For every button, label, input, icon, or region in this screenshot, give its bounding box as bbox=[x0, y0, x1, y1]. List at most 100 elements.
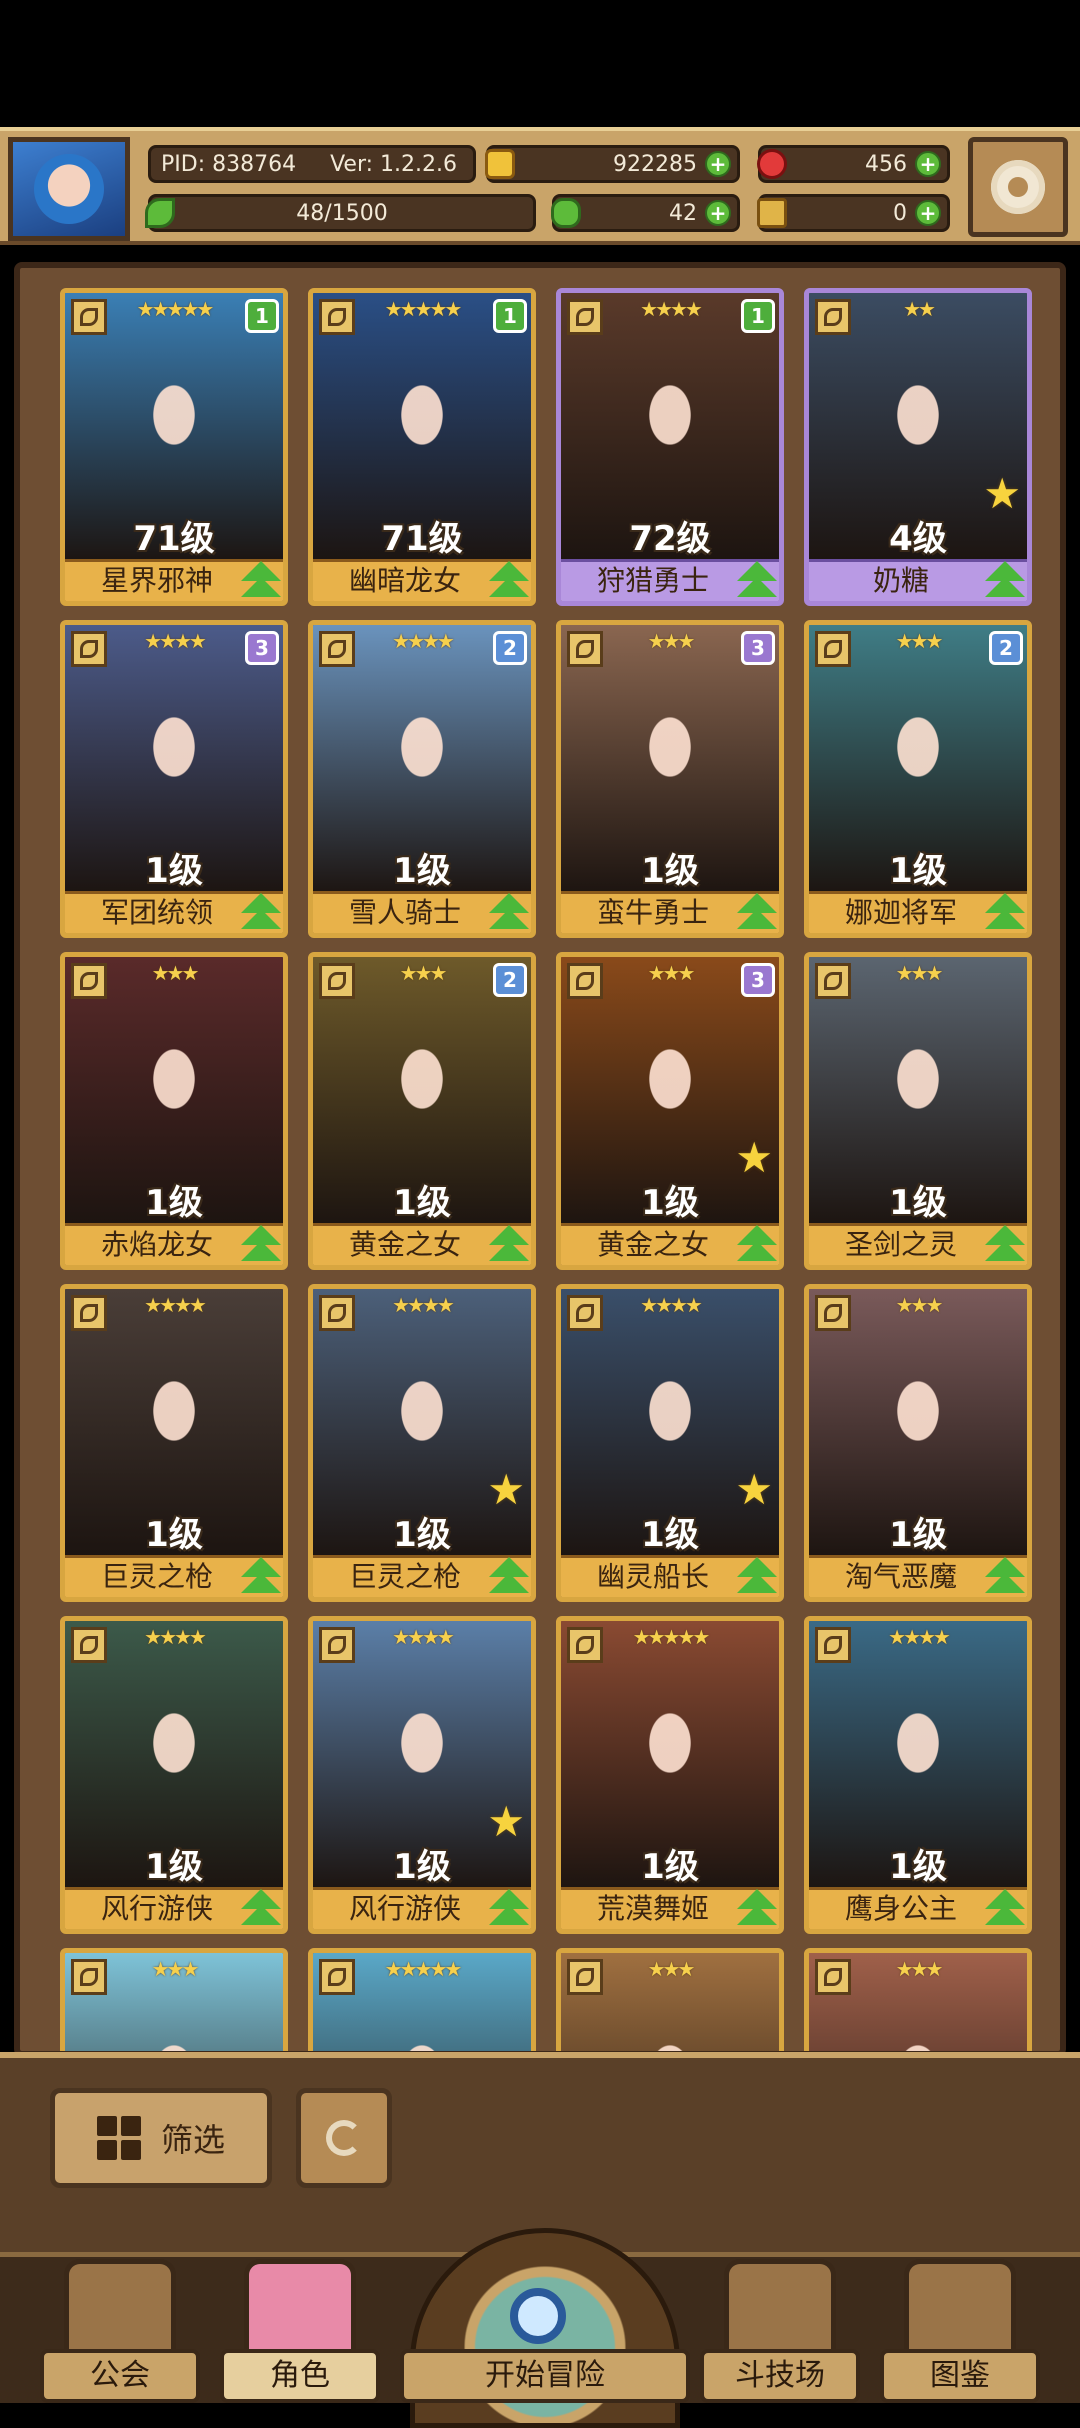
character-card[interactable]: ★★★★ ★ 1级 风行游侠 bbox=[308, 1616, 536, 1934]
star-rating: ★★ bbox=[903, 297, 936, 321]
character-card[interactable]: ★★ ★ 4级 奶糖 bbox=[804, 288, 1032, 606]
add-gold-button[interactable]: + bbox=[705, 151, 731, 177]
player-avatar[interactable] bbox=[8, 137, 130, 241]
nav-start-adventure[interactable]: 开始冒险 bbox=[400, 2228, 690, 2428]
character-card[interactable]: ★★★ bbox=[60, 1948, 288, 2051]
gold-amount: 922285 bbox=[613, 151, 697, 177]
refresh-button[interactable] bbox=[296, 2088, 392, 2188]
nav-codex-label: 图鉴 bbox=[880, 2349, 1040, 2403]
add-token-button[interactable]: + bbox=[915, 200, 941, 226]
clover-amount: 42 bbox=[669, 200, 697, 226]
add-ruby-button[interactable]: + bbox=[915, 151, 941, 177]
class-leaf-icon bbox=[71, 1295, 107, 1331]
refresh-icon bbox=[326, 2120, 362, 2156]
character-level: 1级 bbox=[145, 1847, 203, 1887]
nav-character-label: 角色 bbox=[220, 2349, 380, 2403]
nav-guild[interactable]: 公会 bbox=[40, 2253, 200, 2403]
token-counter[interactable]: 0 + bbox=[757, 194, 950, 232]
nav-character[interactable]: 角色 bbox=[220, 2253, 380, 2403]
rank-badge: 2 bbox=[989, 631, 1023, 665]
clover-counter[interactable]: 42 + bbox=[551, 194, 740, 232]
filter-button[interactable]: 筛选 bbox=[50, 2088, 272, 2188]
energy-bar[interactable]: 48/1500 bbox=[145, 194, 536, 232]
magnifier-icon bbox=[510, 2288, 566, 2344]
gold-counter[interactable]: 922285 + bbox=[485, 145, 740, 183]
character-card[interactable]: ★★★★ 1级 鹰身公主 bbox=[804, 1616, 1032, 1934]
star-rating: ★★★ bbox=[647, 629, 696, 653]
class-leaf-icon bbox=[815, 963, 851, 999]
star-rating: ★★★ bbox=[647, 961, 696, 985]
star-rating: ★★★ bbox=[895, 1293, 944, 1317]
settings-button[interactable] bbox=[968, 137, 1068, 237]
character-card[interactable]: ★★★ 1级 淘气恶魔 bbox=[804, 1284, 1032, 1602]
upgrade-arrow-icon bbox=[985, 1555, 1025, 1595]
character-level: 71级 bbox=[133, 519, 215, 559]
star-rating: ★★★★★ bbox=[384, 297, 463, 321]
class-leaf-icon bbox=[71, 1627, 107, 1663]
upgrade-arrow-icon bbox=[489, 1223, 529, 1263]
class-leaf-icon bbox=[815, 1959, 851, 1995]
character-card[interactable]: ★★★ 1级 圣剑之灵 bbox=[804, 952, 1032, 1270]
nav-codex[interactable]: 图鉴 bbox=[880, 2253, 1040, 2403]
character-card[interactable]: ★★★★★ 1 71级 幽暗龙女 bbox=[308, 288, 536, 606]
star-rating: ★★★ bbox=[151, 1957, 200, 1981]
character-level: 1级 bbox=[393, 1515, 451, 1555]
nav-arena[interactable]: 斗技场 bbox=[700, 2253, 860, 2403]
character-level: 1级 bbox=[145, 1183, 203, 1223]
class-leaf-icon bbox=[567, 963, 603, 999]
upgrade-arrow-icon bbox=[737, 559, 777, 599]
character-level: 1级 bbox=[393, 1847, 451, 1887]
rank-badge: 1 bbox=[493, 299, 527, 333]
character-card[interactable]: ★★★ 3 1级 蛮牛勇士 bbox=[556, 620, 784, 938]
status-bar bbox=[0, 0, 1080, 127]
character-card[interactable]: ★★★ 1级 赤焰龙女 bbox=[60, 952, 288, 1270]
character-level: 1级 bbox=[641, 1183, 699, 1223]
top-resource-bar: PID: 838764 Ver: 1.2.2.6 922285 + 456 + … bbox=[0, 127, 1080, 245]
character-card[interactable]: ★★★★ 1 72级 狩猎勇士 bbox=[556, 288, 784, 606]
class-leaf-icon bbox=[567, 631, 603, 667]
energy-text: 48/1500 bbox=[296, 200, 388, 226]
star-rating: ★★★★ bbox=[392, 1625, 455, 1649]
class-leaf-icon bbox=[71, 1959, 107, 1995]
star-rating: ★★★★ bbox=[144, 629, 207, 653]
upgrade-arrow-icon bbox=[489, 1887, 529, 1927]
add-clover-button[interactable]: + bbox=[705, 200, 731, 226]
ruby-icon bbox=[757, 149, 787, 179]
character-card[interactable]: ★★★ 3 ★ 1级 黄金之女 bbox=[556, 952, 784, 1270]
character-card[interactable]: ★★★ 2 1级 黄金之女 bbox=[308, 952, 536, 1270]
upgrade-arrow-icon bbox=[489, 891, 529, 931]
star-rating: ★★★★ bbox=[640, 1293, 703, 1317]
upgrade-arrow-icon bbox=[241, 1887, 281, 1927]
class-leaf-icon bbox=[567, 1959, 603, 1995]
pid-text: PID: 838764 bbox=[161, 151, 297, 177]
character-card[interactable]: ★★★ bbox=[556, 1948, 784, 2051]
class-leaf-icon bbox=[567, 1627, 603, 1663]
star-rating: ★★★★★ bbox=[384, 1957, 463, 1981]
token-amount: 0 bbox=[893, 200, 907, 226]
upgrade-arrow-icon bbox=[737, 1223, 777, 1263]
character-card[interactable]: ★★★★ ★ 1级 巨灵之枪 bbox=[308, 1284, 536, 1602]
character-card[interactable]: ★★★ bbox=[804, 1948, 1032, 2051]
character-level: 1级 bbox=[393, 1183, 451, 1223]
character-card[interactable]: ★★★★★ 1级 荒漠舞姬 bbox=[556, 1616, 784, 1934]
character-card[interactable]: ★★★★★ bbox=[308, 1948, 536, 2051]
star-rating: ★★★ bbox=[151, 961, 200, 985]
character-level: 1级 bbox=[145, 851, 203, 891]
star-rating: ★★★★ bbox=[888, 1625, 951, 1649]
ruby-counter[interactable]: 456 + bbox=[757, 145, 950, 183]
character-card[interactable]: ★★★★ 1级 风行游侠 bbox=[60, 1616, 288, 1934]
bottom-navigation: 公会 角色 开始冒险 斗技场 图鉴 bbox=[0, 2228, 1080, 2428]
character-card[interactable]: ★★★★ 3 1级 军团统领 bbox=[60, 620, 288, 938]
star-rating: ★★★ bbox=[895, 1957, 944, 1981]
rank-badge: 3 bbox=[245, 631, 279, 665]
character-card[interactable]: ★★★★★ 1 71级 星界邪神 bbox=[60, 288, 288, 606]
character-card[interactable]: ★★★ 2 1级 娜迦将军 bbox=[804, 620, 1032, 938]
class-leaf-icon bbox=[319, 1627, 355, 1663]
character-card[interactable]: ★★★★ 2 1级 雪人骑士 bbox=[308, 620, 536, 938]
character-level: 1级 bbox=[889, 1183, 947, 1223]
class-leaf-icon bbox=[319, 631, 355, 667]
character-card[interactable]: ★★★★ ★ 1级 幽灵船长 bbox=[556, 1284, 784, 1602]
rank-badge: 1 bbox=[245, 299, 279, 333]
character-level: 1级 bbox=[889, 1515, 947, 1555]
character-card[interactable]: ★★★★ 1级 巨灵之枪 bbox=[60, 1284, 288, 1602]
